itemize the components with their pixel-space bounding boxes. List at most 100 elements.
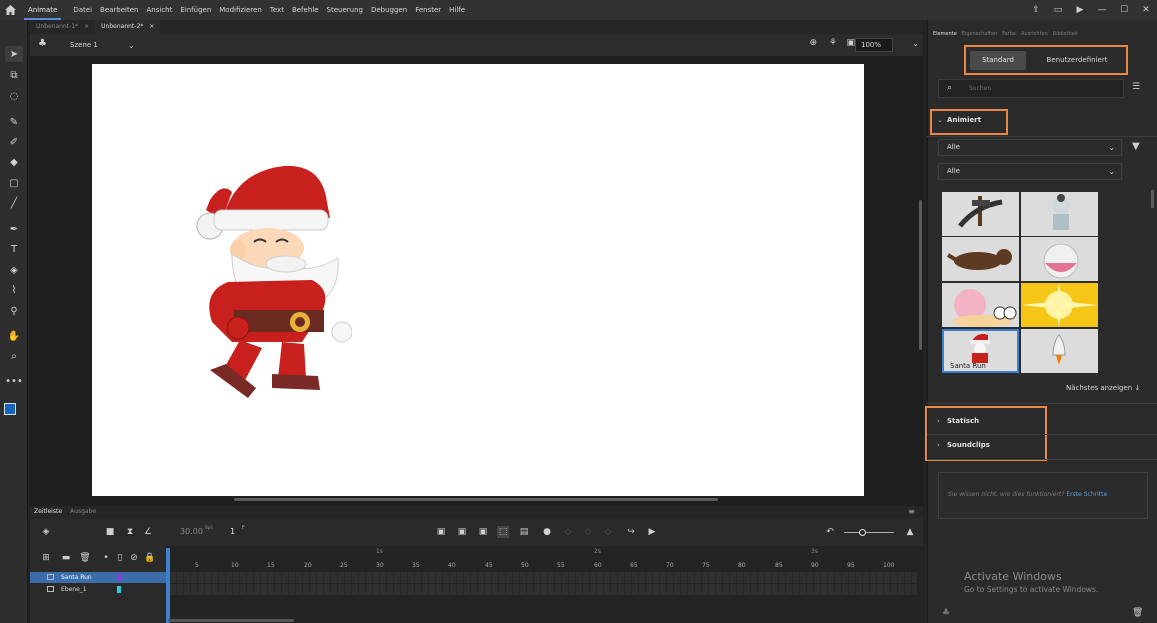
hand-icon[interactable]: ✋	[5, 328, 23, 344]
text-tool-icon[interactable]: T	[5, 241, 23, 257]
frame-ruler[interactable]: 1s 2s 3s 5 10 15 20 25 30 35 40 45 50 55…	[166, 546, 923, 572]
more-tools-icon[interactable]: •••	[5, 373, 23, 389]
edit-multiple-icon[interactable]: ◇	[582, 526, 594, 538]
layer-depth-icon[interactable]: ⧗	[124, 526, 136, 538]
tab-output[interactable]: Ausgabe	[66, 506, 100, 518]
fps-value[interactable]: 30.00	[180, 527, 203, 536]
scene-clubs-icon[interactable]: ♣	[38, 38, 47, 49]
section-static[interactable]: › Statisch	[937, 417, 979, 425]
asset-thumb-rocket[interactable]	[1021, 329, 1098, 373]
center-stage-icon[interactable]: ⊕	[809, 38, 817, 48]
frame-row-ebene-1[interactable]	[170, 584, 917, 595]
edit-symbol-icon[interactable]: ⚘	[829, 38, 837, 48]
graph-icon[interactable]: ∠	[142, 526, 154, 538]
classic-tween-icon[interactable]: ▤	[518, 526, 530, 538]
home-icon[interactable]	[2, 0, 18, 20]
menu-modifizieren[interactable]: Modifizieren	[219, 6, 262, 14]
menu-debuggen[interactable]: Debuggen	[371, 6, 407, 14]
workspace-icon[interactable]: ▭	[1047, 5, 1069, 15]
add-symbol-icon[interactable]: ♣	[942, 608, 950, 618]
eraser-icon[interactable]: ◆	[5, 154, 23, 170]
eyedropper-icon[interactable]: ⌇	[5, 282, 23, 298]
layer-row-santa-run[interactable]: Santa Run	[30, 572, 166, 583]
lasso-icon[interactable]: ◌	[5, 88, 23, 104]
stage-horizontal-scrollbar[interactable]	[234, 498, 718, 501]
current-frame[interactable]: 1	[230, 527, 235, 536]
stage-vertical-scrollbar[interactable]	[919, 200, 922, 350]
menu-befehle[interactable]: Befehle	[292, 6, 319, 14]
undo-icon[interactable]: ↶	[824, 526, 836, 538]
tab-ausrichten[interactable]: Ausrichten	[1021, 28, 1048, 40]
layer-color-swatch[interactable]	[117, 574, 121, 581]
menu-hilfe[interactable]: Hilfe	[449, 6, 465, 14]
tab-elemente[interactable]: Elemente	[933, 28, 957, 40]
loop-playback-icon[interactable]: ↪	[625, 526, 637, 538]
tab-timeline[interactable]: Zeitleiste	[30, 506, 66, 518]
close-icon[interactable]: ✕	[1135, 5, 1157, 15]
santa-character-image[interactable]	[192, 162, 352, 402]
panel-scrollbar[interactable]	[1151, 190, 1154, 208]
brush-icon[interactable]: ✎	[5, 114, 23, 130]
panel-menu-icon[interactable]: ≡	[904, 506, 919, 518]
asset-thumb-zombie[interactable]	[1021, 192, 1098, 236]
segment-custom-button[interactable]: Benutzerdefiniert	[1030, 51, 1124, 70]
maximize-icon[interactable]: ☐	[1113, 5, 1135, 15]
menu-fenster[interactable]: Fenster	[415, 6, 441, 14]
asset-thumb-santa-run[interactable]: Santa Run	[942, 329, 1019, 373]
getting-started-link[interactable]: Erste Schritte	[1066, 491, 1107, 498]
show-more-link[interactable]: Nächstes anzeigen ↓	[1066, 384, 1140, 392]
pin-icon[interactable]: ⚲	[5, 303, 23, 319]
clip-icon[interactable]: ▣	[846, 38, 855, 48]
minimize-icon[interactable]: —	[1091, 5, 1113, 15]
zoom-dropdown-icon[interactable]: ⌄	[912, 39, 919, 48]
share-icon[interactable]: ⇪	[1025, 5, 1047, 15]
layers-icon[interactable]: ◈	[40, 526, 52, 538]
asset-thumb-wolf[interactable]	[942, 237, 1019, 281]
zoom-field[interactable]: 100%	[855, 38, 893, 52]
test-movie-icon[interactable]: ▶	[1069, 5, 1091, 15]
section-soundclips[interactable]: › Soundclips	[937, 441, 990, 449]
segment-standard-button[interactable]: Standard	[970, 51, 1026, 70]
slider-thumb[interactable]	[859, 529, 866, 536]
list-view-icon[interactable]: ☰	[1132, 82, 1144, 94]
tween-icon[interactable]: ⬚	[497, 526, 509, 538]
tab-bibliothek[interactable]: Bibliothek	[1053, 28, 1078, 40]
scene-name[interactable]: Szene 1	[70, 41, 98, 49]
line-icon[interactable]: ╱	[5, 195, 23, 211]
close-tab-icon[interactable]: ×	[149, 20, 154, 34]
filter-icon[interactable]: ▼	[1132, 141, 1140, 152]
outline-icon[interactable]: ▯	[114, 552, 126, 564]
delete-layer-icon[interactable]: 🗑	[79, 552, 91, 564]
zoom-icon[interactable]: ⌕	[5, 348, 23, 364]
asset-thumb-sunburst[interactable]	[1021, 283, 1098, 327]
onion-outline-icon[interactable]: ◇	[562, 526, 574, 538]
play-icon[interactable]: ▶	[646, 526, 658, 538]
hide-icon[interactable]: ⊘	[128, 552, 140, 564]
lock-icon[interactable]: 🔒	[144, 552, 156, 564]
timeline-scrollbar[interactable]	[168, 619, 294, 622]
menu-ansicht[interactable]: Ansicht	[147, 6, 173, 14]
chevron-down-icon[interactable]: ⌄	[128, 41, 135, 50]
timeline-zoom-slider[interactable]	[844, 532, 894, 533]
blank-keyframe-icon[interactable]: ▣	[477, 526, 489, 538]
pencil-icon[interactable]: ✐	[5, 134, 23, 150]
loop-icon[interactable]: ◇	[602, 526, 614, 538]
menu-text[interactable]: Text	[270, 6, 284, 14]
section-animated[interactable]: ⌄ Animiert	[937, 116, 981, 124]
doc-tab-2[interactable]: Unbenannt-2* ×	[95, 20, 161, 34]
new-layer-icon[interactable]: ⊞	[40, 552, 52, 564]
stroke-color-swatch[interactable]	[4, 403, 16, 415]
filter-dropdown-1[interactable]: Alle ⌄	[938, 139, 1122, 156]
filter-dropdown-2[interactable]: Alle ⌄	[938, 163, 1122, 180]
asset-thumb-catapult[interactable]	[942, 192, 1019, 236]
pen-icon[interactable]: ✒	[5, 221, 23, 237]
frame-insert-icon[interactable]: ▣	[435, 526, 447, 538]
layer-color-swatch[interactable]	[117, 586, 121, 593]
close-tab-icon[interactable]: ×	[84, 20, 89, 34]
asset-thumb-snail[interactable]	[942, 283, 1019, 327]
free-transform-icon[interactable]: ⧉	[5, 67, 23, 83]
trash-icon[interactable]: 🗑	[1132, 608, 1143, 618]
tab-eigenschaften[interactable]: Eigenschaften	[962, 28, 997, 40]
paint-bucket-icon[interactable]: ◈	[5, 262, 23, 278]
doc-tab-1[interactable]: Unbenannt-1* ×	[30, 20, 95, 34]
